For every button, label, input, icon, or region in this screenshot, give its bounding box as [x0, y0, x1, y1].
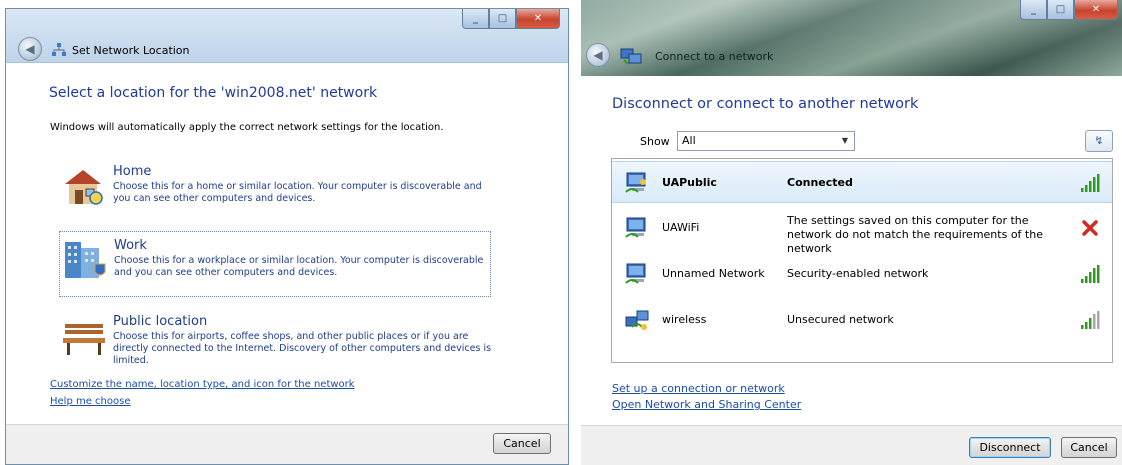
home-option-description: Choose this for a home or similar locati…	[113, 181, 482, 204]
wireless-computer-icon	[625, 172, 646, 193]
title-bar: _ □ ✕ ◀ Set Network Location	[6, 9, 568, 63]
cancel-button[interactable]: Cancel	[1061, 437, 1117, 458]
caption-buttons: _ □ ✕	[462, 9, 560, 29]
set-network-location-window: _ □ ✕ ◀ Set Network Location Select a lo…	[5, 8, 569, 465]
intro-text: Windows will automatically apply the cor…	[50, 122, 444, 133]
setup-connection-link[interactable]: Set up a connection or network	[612, 382, 785, 395]
footer-bar: Disconnect Cancel	[581, 425, 1122, 465]
show-filter-dropdown[interactable]: All ▼	[677, 131, 855, 151]
back-arrow-icon[interactable]: ◀	[586, 43, 610, 67]
network-name: wireless	[662, 313, 707, 326]
show-label: Show	[640, 135, 670, 148]
page-heading: Disconnect or connect to another network	[612, 96, 919, 112]
network-row-wireless[interactable]: wireless Unsecured network	[612, 299, 1112, 341]
help-me-choose-link[interactable]: Help me choose	[50, 396, 130, 407]
network-row-uawifi[interactable]: UAWiFi The settings saved on this comput…	[612, 207, 1112, 255]
network-name: Unnamed Network	[662, 267, 765, 280]
title-bar: _ □ ✕ ◀ Connect to a network	[581, 0, 1122, 76]
office-building-icon	[65, 242, 106, 278]
connect-to-network-window: _ □ ✕ ◀ Connect to a network Disconnect …	[581, 0, 1122, 465]
window-title: Connect to a network	[655, 50, 774, 63]
refresh-icon: ↯	[1094, 134, 1104, 147]
caption-buttons: _ □ ✕	[1020, 0, 1118, 20]
network-status: Security-enabled network	[787, 267, 929, 280]
network-sharing-center-link[interactable]: Open Network and Sharing Center	[612, 398, 801, 411]
public-option-title: Public location	[113, 314, 208, 329]
full-signal-icon	[1081, 174, 1100, 192]
public-option-description: Choose this for airports, coffee shops, …	[113, 331, 492, 366]
network-name: UAPublic	[662, 176, 717, 189]
connect-network-icon	[620, 48, 642, 65]
disconnect-button[interactable]: Disconnect	[969, 437, 1051, 458]
minimize-button[interactable]: _	[462, 9, 489, 29]
home-option[interactable]: Home Choose this for a home or similar l…	[61, 164, 491, 214]
network-list[interactable]: UAPublic Connected UAWiFi The settings s…	[611, 158, 1113, 363]
error-x-icon	[1082, 220, 1098, 236]
ad-hoc-network-icon	[625, 310, 649, 330]
window-title: Set Network Location	[72, 44, 190, 57]
show-filter-value: All	[682, 134, 696, 147]
close-button[interactable]: ✕	[516, 9, 560, 29]
back-arrow-icon[interactable]: ◀	[18, 37, 42, 61]
park-bench-icon	[63, 324, 105, 355]
public-location-option[interactable]: Public location Choose this for airports…	[61, 314, 491, 378]
page-heading: Select a location for the 'win2008.net' …	[49, 85, 378, 101]
cancel-button[interactable]: Cancel	[493, 433, 551, 454]
maximize-button[interactable]: □	[1047, 0, 1074, 20]
network-status: Connected	[787, 176, 853, 189]
chevron-down-icon: ▼	[841, 136, 848, 145]
minimize-button[interactable]: _	[1020, 0, 1047, 20]
work-option-description: Choose this for a workplace or similar l…	[114, 255, 484, 278]
dialog-content: Disconnect or connect to another network…	[581, 76, 1122, 465]
network-name: UAWiFi	[662, 221, 700, 234]
network-status: The settings saved on this computer for …	[787, 214, 1043, 255]
refresh-button[interactable]: ↯	[1085, 130, 1113, 152]
close-button[interactable]: ✕	[1074, 0, 1118, 20]
network-status: Unsecured network	[787, 313, 894, 326]
network-icon	[52, 43, 66, 56]
customize-link[interactable]: Customize the name, location type, and i…	[50, 379, 355, 390]
full-signal-icon	[1081, 265, 1100, 283]
partial-signal-icon	[1081, 311, 1100, 329]
network-row-unnamed[interactable]: Unnamed Network Security-enabled network	[612, 253, 1112, 295]
home-option-title: Home	[113, 164, 152, 179]
work-option-title: Work	[114, 238, 147, 253]
wireless-computer-icon	[625, 263, 646, 284]
footer-bar: Cancel	[6, 424, 568, 464]
wireless-computer-icon	[625, 217, 646, 238]
maximize-button[interactable]: □	[489, 9, 516, 29]
network-row-uapublic[interactable]: UAPublic Connected	[612, 161, 1112, 203]
house-icon	[65, 170, 103, 205]
work-option[interactable]: Work Choose this for a workplace or simi…	[59, 231, 491, 297]
